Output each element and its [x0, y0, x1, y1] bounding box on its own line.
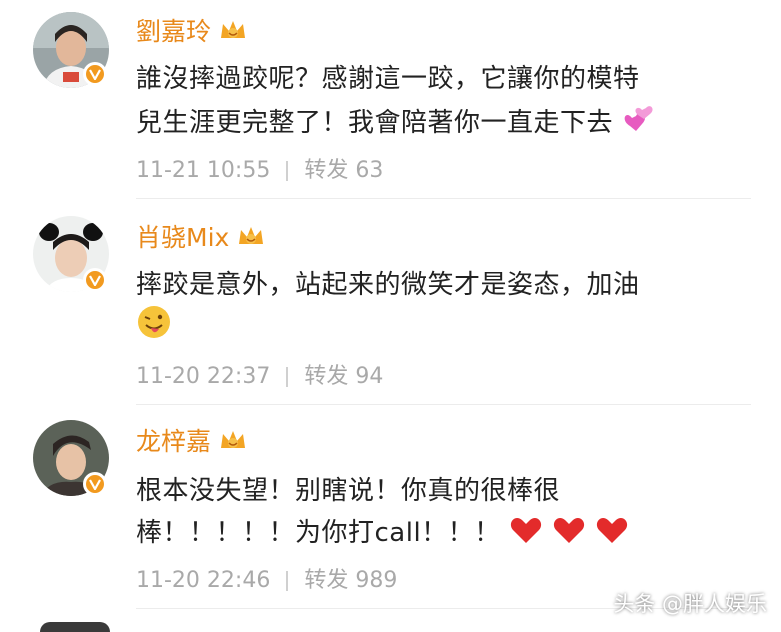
comment-meta: 11-20 22:37 转发 94 [136, 358, 383, 390]
vip-crown-icon [219, 18, 247, 48]
comment-text: 摔跤是意外，站起来的微笑才是姿态，加油 [136, 270, 640, 300]
red-heart-icon [595, 515, 629, 552]
timestamp: 11-20 22:37 [136, 364, 271, 389]
username[interactable]: 龙梓嘉 [136, 422, 247, 458]
comment-text: 兒生涯更完整了！我會陪著你一直走下去 [136, 102, 658, 143]
comment-text: 棒！！！！！为你打call！！！ [136, 512, 629, 552]
comment-text: 誰沒摔過跤呢？感謝這一跤，它讓你的模特 [136, 64, 640, 94]
comment-meta: 11-20 22:46 转发 989 [136, 562, 397, 594]
verified-badge-icon [83, 62, 107, 86]
vip-crown-icon [219, 428, 247, 458]
comment-text: 根本没失望！别瞎说！你真的很棒很 [136, 476, 561, 506]
repost-button[interactable]: 转发 989 [304, 568, 397, 593]
verified-badge-icon [83, 472, 107, 496]
timestamp: 11-21 10:55 [136, 158, 271, 183]
watermark: 头条 @胖人娱乐 [613, 592, 767, 616]
vip-crown-icon [237, 224, 265, 254]
username[interactable]: 肖骁Mix [136, 218, 265, 254]
verified-badge-icon [83, 268, 107, 292]
red-heart-icon [552, 515, 586, 552]
divider [136, 198, 751, 199]
avatar[interactable] [40, 622, 110, 632]
tongue-face-icon [136, 304, 172, 347]
comment-item: 劉嘉玲 誰沒摔過跤呢？感謝這一跤，它讓你的模特 兒生涯更完整了！我會陪著你一直走… [0, 0, 781, 200]
repost-button[interactable]: 转发 63 [304, 158, 383, 183]
repost-button[interactable]: 转发 94 [304, 364, 383, 389]
comment-meta: 11-21 10:55 转发 63 [136, 152, 383, 184]
two-hearts-icon [622, 104, 658, 143]
comment-text [136, 304, 172, 347]
timestamp: 11-20 22:46 [136, 568, 271, 593]
username[interactable]: 劉嘉玲 [136, 12, 247, 48]
red-heart-icon [509, 515, 543, 552]
divider [136, 404, 751, 405]
